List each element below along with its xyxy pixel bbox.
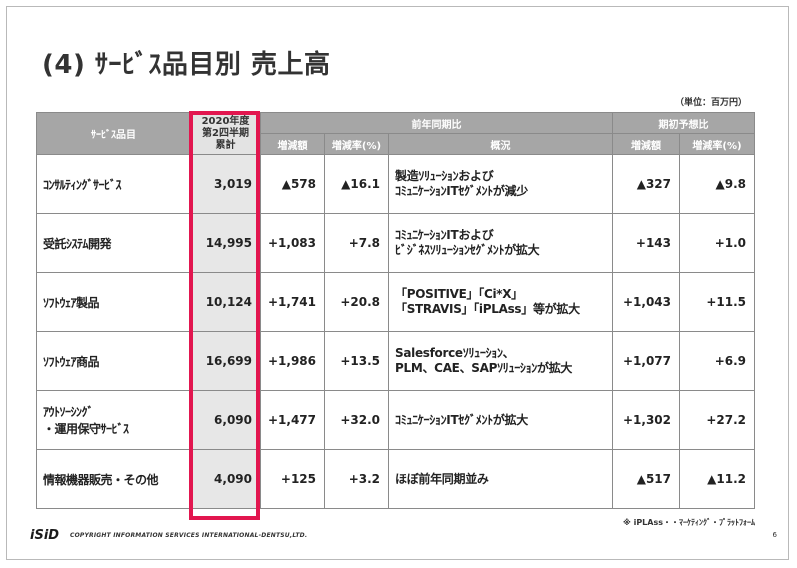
- footnote: ※ iPLAss・・ﾏｰｹﾃｨﾝｸﾞ・ﾌﾟﾗｯﾄﾌｫｰﾑ: [623, 518, 755, 527]
- row-overview: ほぼ前年同期並み: [388, 449, 613, 509]
- row-rate: +20.8: [324, 272, 389, 332]
- unit-label: （単位：百万円）: [674, 98, 747, 108]
- row-plan-rate: +11.5: [679, 272, 755, 332]
- row-value: 3,019: [190, 154, 261, 214]
- row-value: 4,090: [190, 449, 261, 509]
- table-row: 情報機器販売・その他 4,090 +125 +3.2 ほぼ前年同期並み ▲517…: [36, 449, 755, 509]
- row-plan-change: +1,043: [612, 272, 680, 332]
- row-overview-line1: 製造ｿﾘｭｰｼｮﾝおよび: [395, 169, 494, 183]
- row-value: 14,995: [190, 213, 261, 273]
- row-change: +1,477: [260, 390, 325, 450]
- header-q2-line3: 累計: [215, 139, 236, 151]
- row-overview-line2: PLM、CAE、SAPｿﾘｭｰｼｮﾝが拡大: [395, 361, 573, 375]
- row-name: 情報機器販売・その他: [36, 449, 191, 509]
- row-plan-change: +143: [612, 213, 680, 273]
- row-name: ｺﾝｻﾙﾃｨﾝｸﾞｻｰﾋﾞｽ: [36, 154, 191, 214]
- row-rate: ▲16.1: [324, 154, 389, 214]
- table-row: ｺﾝｻﾙﾃｨﾝｸﾞｻｰﾋﾞｽ 3,019 ▲578 ▲16.1 製造ｿﾘｭｰｼｮ…: [36, 154, 755, 214]
- row-overview: ｺﾐｭﾆｹｰｼｮﾝITおよび ﾋﾞｼﾞﾈｽｿﾘｭｰｼｮﾝｾｸﾞﾒﾝﾄが拡大: [388, 213, 613, 273]
- row-plan-change: ▲517: [612, 449, 680, 509]
- row-rate: +7.8: [324, 213, 389, 273]
- row-value: 16,699: [190, 331, 261, 391]
- row-value: 6,090: [190, 390, 261, 450]
- row-overview-line1: Salesforceｿﾘｭｰｼｮﾝ、: [395, 346, 515, 360]
- header-overview: 概況: [388, 133, 613, 155]
- row-overview: 「POSITIVE」「Ci*X」 「STRAVIS」「iPLAss」等が拡大: [388, 272, 613, 332]
- header-q2-line2: 第2四半期: [202, 127, 249, 139]
- row-overview-line2: ﾋﾞｼﾞﾈｽｿﾘｭｰｼｮﾝｾｸﾞﾒﾝﾄが拡大: [395, 243, 540, 257]
- table-row: 受託ｼｽﾃﾑ開発 14,995 +1,083 +7.8 ｺﾐｭﾆｹｰｼｮﾝITお…: [36, 213, 755, 273]
- header-yoy: 前年同期比: [260, 112, 613, 134]
- row-overview-line2: ｺﾐｭﾆｹｰｼｮﾝITｾｸﾞﾒﾝﾄが減少: [395, 184, 528, 198]
- sales-by-service-table: ｻｰﾋﾞｽ品目 2020年度 第2四半期 累計 前年同期比 期初予想比 増減額 …: [36, 112, 755, 509]
- row-plan-rate: ▲11.2: [679, 449, 755, 509]
- copyright-text: COPYRIGHT INFORMATION SERVICES INTERNATI…: [70, 532, 308, 539]
- row-plan-rate: +27.2: [679, 390, 755, 450]
- table-row: ｿﾌﾄｳｪｱ商品 16,699 +1,986 +13.5 Salesforceｿ…: [36, 331, 755, 391]
- header-q2-line1: 2020年度: [201, 115, 250, 127]
- row-name-line2: ・運用保守ｻｰﾋﾞｽ: [43, 422, 129, 436]
- row-change: +125: [260, 449, 325, 509]
- row-name-line1: ｱｳﾄｿｰｼﾝｸﾞ: [43, 405, 94, 419]
- row-name: 受託ｼｽﾃﾑ開発: [36, 213, 191, 273]
- header-row-1: ｻｰﾋﾞｽ品目 2020年度 第2四半期 累計 前年同期比 期初予想比: [36, 112, 755, 155]
- row-plan-rate: +1.0: [679, 213, 755, 273]
- header-rate: 増減率(%): [324, 133, 389, 155]
- row-rate: +3.2: [324, 449, 389, 509]
- header-change: 増減額: [260, 133, 325, 155]
- row-overview: 製造ｿﾘｭｰｼｮﾝおよび ｺﾐｭﾆｹｰｼｮﾝITｾｸﾞﾒﾝﾄが減少: [388, 154, 613, 214]
- row-name: ｱｳﾄｿｰｼﾝｸﾞ ・運用保守ｻｰﾋﾞｽ: [36, 390, 191, 450]
- header-item: ｻｰﾋﾞｽ品目: [36, 112, 191, 155]
- row-plan-change: +1,077: [612, 331, 680, 391]
- row-plan-change: ▲327: [612, 154, 680, 214]
- row-overview-line2: 「STRAVIS」「iPLAss」等が拡大: [395, 302, 580, 316]
- table-row: ｱｳﾄｿｰｼﾝｸﾞ ・運用保守ｻｰﾋﾞｽ 6,090 +1,477 +32.0 ｺ…: [36, 390, 755, 450]
- row-plan-rate: +6.9: [679, 331, 755, 391]
- slide-title: (4) ｻｰﾋﾞｽ品目別 売上高: [42, 50, 331, 80]
- row-rate: +32.0: [324, 390, 389, 450]
- row-overview: ｺﾐｭﾆｹｰｼｮﾝITｾｸﾞﾒﾝﾄが拡大: [388, 390, 613, 450]
- row-name: ｿﾌﾄｳｪｱ商品: [36, 331, 191, 391]
- row-rate: +13.5: [324, 331, 389, 391]
- header-plan-change: 増減額: [612, 133, 680, 155]
- header-plan-rate: 増減率(%): [679, 133, 755, 155]
- company-logo: iSiD: [30, 528, 60, 543]
- header-q2-cumulative: 2020年度 第2四半期 累計: [190, 112, 261, 155]
- row-change: +1,083: [260, 213, 325, 273]
- row-overview: Salesforceｿﾘｭｰｼｮﾝ、 PLM、CAE、SAPｿﾘｭｰｼｮﾝが拡大: [388, 331, 613, 391]
- row-name: ｿﾌﾄｳｪｱ製品: [36, 272, 191, 332]
- page-number: 6: [772, 531, 777, 539]
- row-change: +1,741: [260, 272, 325, 332]
- row-overview-line1: 「POSITIVE」「Ci*X」: [395, 287, 523, 301]
- row-change: ▲578: [260, 154, 325, 214]
- row-plan-rate: ▲9.8: [679, 154, 755, 214]
- table-row: ｿﾌﾄｳｪｱ製品 10,124 +1,741 +20.8 「POSITIVE」「…: [36, 272, 755, 332]
- row-value: 10,124: [190, 272, 261, 332]
- header-plan: 期初予想比: [612, 112, 755, 134]
- row-overview-line1: ｺﾐｭﾆｹｰｼｮﾝITおよび: [395, 228, 494, 242]
- row-plan-change: +1,302: [612, 390, 680, 450]
- row-change: +1,986: [260, 331, 325, 391]
